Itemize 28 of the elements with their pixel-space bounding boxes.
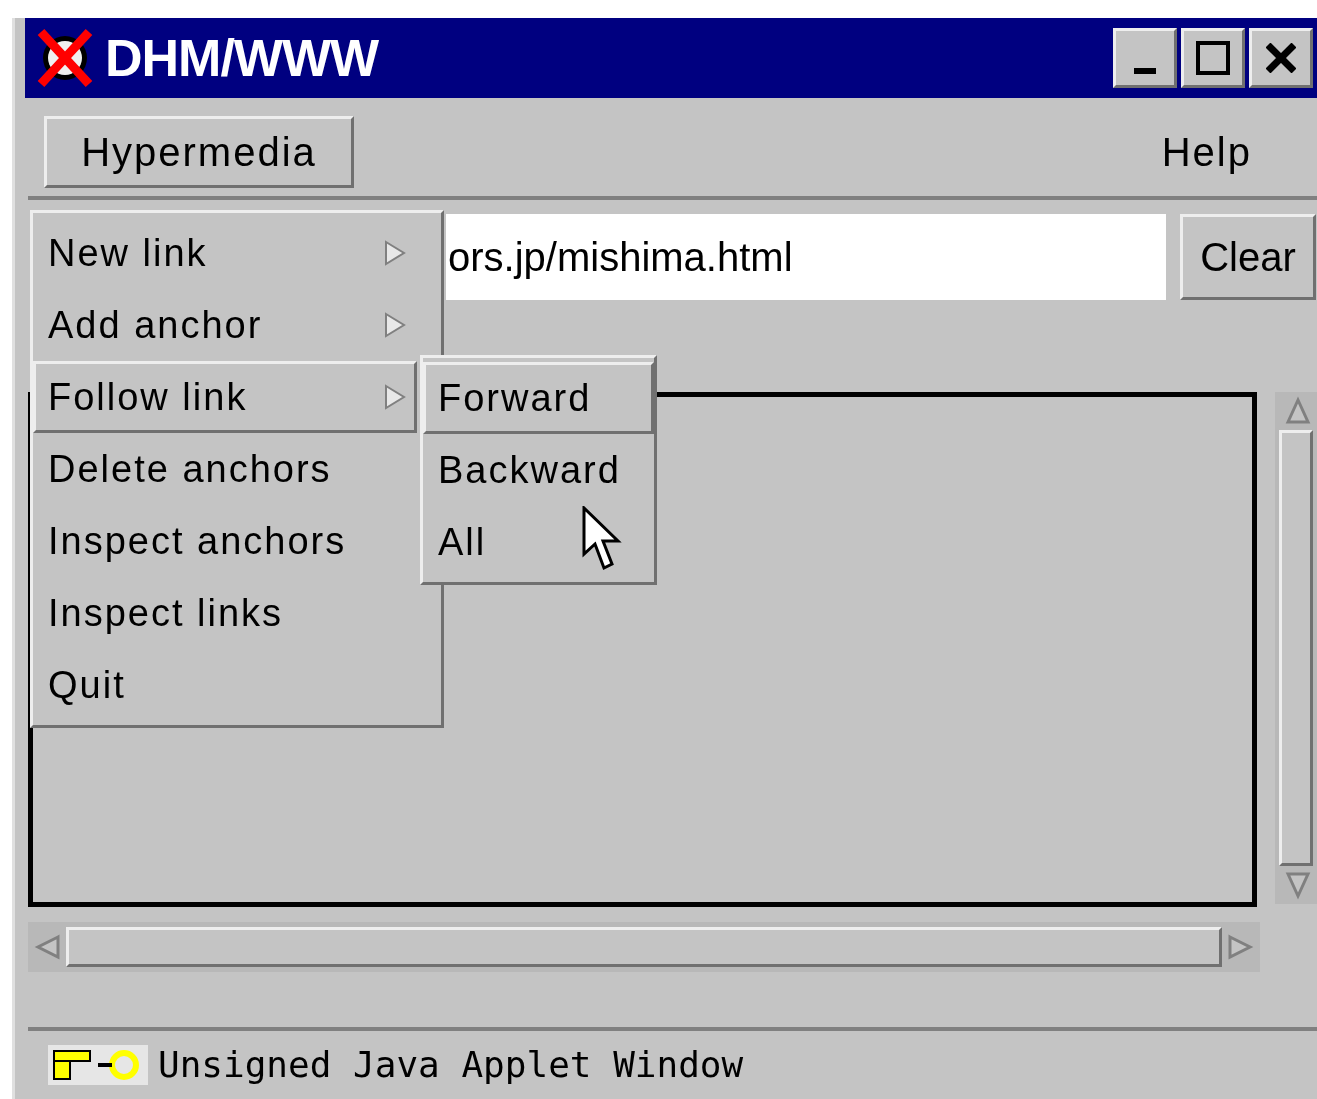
menu-item[interactable]: Quit: [33, 649, 417, 721]
menu-item[interactable]: All: [423, 506, 654, 578]
menu-bar-item[interactable]: Hypermedia: [44, 116, 354, 188]
menu-item[interactable]: Inspect links: [33, 577, 417, 649]
menu-item[interactable]: Follow link: [33, 361, 417, 433]
close-button[interactable]: [1249, 28, 1313, 88]
window-title: DHM/WWW: [105, 32, 379, 84]
status-text: Unsigned Java Applet Window: [158, 1043, 744, 1087]
menu-item[interactable]: Inspect anchors: [33, 505, 417, 577]
scroll-thumb[interactable]: [1279, 430, 1314, 866]
menu-item[interactable]: New link: [33, 217, 417, 289]
close-icon: [1266, 43, 1296, 73]
menu-item[interactable]: Delete anchors: [33, 433, 417, 505]
scroll-thumb[interactable]: [66, 927, 1222, 967]
menu-bar-item[interactable]: Help: [1132, 116, 1281, 188]
clear-button[interactable]: Clear: [1180, 214, 1316, 300]
key-lock-icon: [48, 1045, 148, 1085]
minimize-icon: [1134, 68, 1156, 74]
maximize-icon: [1196, 41, 1230, 75]
menu-item[interactable]: Add anchor: [33, 289, 417, 361]
minimize-button[interactable]: [1113, 28, 1177, 88]
vertical-scrollbar[interactable]: [1275, 392, 1317, 904]
horizontal-scrollbar[interactable]: [28, 922, 1260, 972]
menu-item[interactable]: Forward: [423, 362, 654, 434]
mouse-pointer-icon: [582, 506, 622, 572]
url-field[interactable]: ors.jp/mishima.html: [446, 214, 1166, 300]
maximize-button[interactable]: [1181, 28, 1245, 88]
menu-item[interactable]: Backward: [423, 434, 654, 506]
